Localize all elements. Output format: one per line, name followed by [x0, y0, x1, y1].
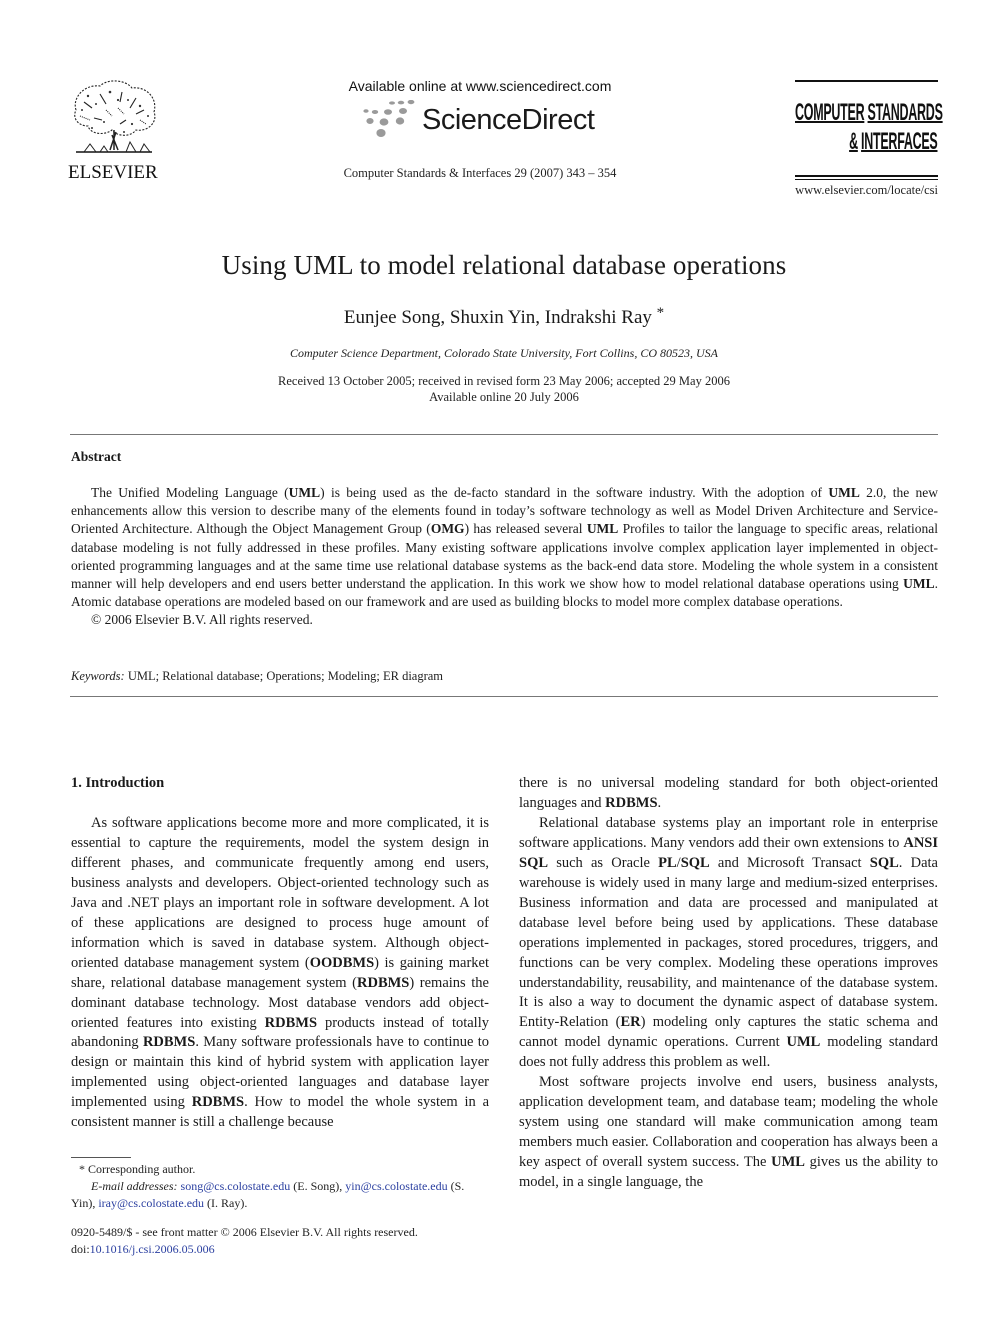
text-run: such as Oracle	[548, 854, 659, 871]
abstract-heading: Abstract	[71, 449, 122, 464]
publication-dates: Received 13 October 2005; received in re…	[0, 373, 992, 405]
journal-logo-text: COMPUTER STANDARDS & INTERFACES	[795, 98, 943, 156]
authors: Eunjee Song, Shuxin Yin, Indrakshi Ray *	[0, 305, 992, 329]
bold-term: UML	[786, 1034, 821, 1051]
abstract-bottom-rule	[70, 696, 938, 697]
text-run: there is no universal modeling standard …	[519, 775, 938, 811]
affiliation: Computer Science Department, Colorado St…	[290, 346, 718, 360]
paper-title: Using UML to model relational database o…	[221, 250, 787, 280]
bold-term: OODBMS	[309, 954, 375, 971]
bold-term: RDBMS	[191, 1094, 245, 1111]
bold-term: RDBMS	[142, 1034, 196, 1051]
logo-bottom-rule-1	[795, 175, 938, 177]
email-owner: (I. Ray).	[207, 1196, 248, 1210]
email-owner: (E. Song),	[293, 1179, 343, 1193]
sciencedirect-wordmark: ScienceDirect	[422, 104, 595, 136]
logo-word-computer: COMPUTER	[795, 99, 865, 126]
logo-bottom-rule-2	[795, 179, 938, 180]
available-online-date: Available online 20 July 2006	[429, 390, 579, 404]
doi-label: doi:	[71, 1242, 90, 1256]
keywords-label: Keywords:	[71, 669, 125, 683]
journal-reference: Computer Standards & Interfaces 29 (2007…	[343, 166, 617, 180]
elsevier-wordmark: ELSEVIER	[68, 162, 158, 183]
text-run: As software applications become more and…	[71, 815, 489, 971]
bold-term: SQL	[680, 854, 710, 871]
sciencedirect-dots-icon	[363, 100, 415, 137]
bold-term: SQL	[869, 854, 899, 871]
email-label: E-mail addresses:	[91, 1179, 178, 1193]
bold-term: UML	[288, 485, 321, 500]
journal-logo: COMPUTER STANDARDS & INTERFACES	[795, 80, 943, 180]
text-run: ) is being used as the de-facto standard…	[320, 485, 829, 500]
logo-word-interfaces: INTERFACES	[861, 128, 938, 155]
abstract-body: The Unified Modeling Language (UML) is b…	[71, 484, 938, 630]
author-names: Eunjee Song, Shuxin Yin, Indrakshi Ray	[343, 307, 652, 328]
body-paragraph: Most software projects involve end users…	[519, 1073, 938, 1193]
body-paragraph: there is no universal modeling standard …	[519, 774, 938, 814]
abstract-copyright: © 2006 Elsevier B.V. All rights reserved…	[91, 612, 313, 628]
body-paragraph: Relational database systems play an impo…	[519, 814, 938, 1073]
bold-term: UML	[828, 485, 860, 500]
bold-term: RDBMS	[605, 794, 658, 811]
section-heading-introduction: 1. Introduction	[71, 775, 165, 791]
doi-link[interactable]: 10.1016/j.csi.2006.05.006	[90, 1242, 215, 1256]
journal-url-link[interactable]: www.elsevier.com/locate/csi	[760, 183, 938, 198]
text-run: and Microsoft Transact	[709, 854, 870, 871]
footnote-rule	[71, 1157, 131, 1158]
received-dates: Received 13 October 2005; received in re…	[278, 374, 730, 388]
text-run: Relational database systems play an impo…	[519, 814, 938, 851]
left-column: As software applications become more and…	[71, 814, 489, 1133]
bold-term: OMG	[430, 521, 465, 537]
body-paragraph: As software applications become more and…	[71, 814, 489, 1133]
text-run: .	[657, 794, 662, 811]
logo-word-ampersand: &	[849, 128, 858, 155]
logo-word-standards: STANDARDS	[867, 99, 943, 126]
front-matter: 0920-5489/$ - see front matter © 2006 El…	[71, 1224, 489, 1258]
available-online-text: Available online at www.sciencedirect.co…	[348, 78, 612, 94]
text-run: ) has released several	[464, 521, 587, 537]
abstract-text: The Unified Modeling Language (UML) is b…	[71, 484, 938, 611]
keywords-value: UML; Relational database; Operations; Mo…	[127, 669, 444, 683]
text-run: . Data warehouse is widely used in many …	[519, 854, 938, 1031]
bold-term: RDBMS	[264, 1014, 318, 1031]
email-link-song[interactable]: song@cs.colostate.edu	[181, 1179, 291, 1193]
bold-term: UML	[771, 1154, 805, 1171]
email-addresses: E-mail addresses: song@cs.colostate.edu …	[71, 1178, 489, 1212]
bold-term: ER	[620, 1014, 641, 1031]
logo-top-rule	[795, 80, 938, 82]
bold-term: UML	[586, 521, 619, 537]
corresponding-author-note: * Corresponding author.	[79, 1162, 196, 1176]
bold-term: UML	[903, 576, 935, 592]
abstract-top-rule	[70, 434, 938, 435]
email-link-ray[interactable]: iray@cs.colostate.edu	[98, 1196, 204, 1210]
text-run: The Unified Modeling Language (	[91, 485, 289, 500]
elsevier-logo: ELSEVIER	[68, 80, 164, 183]
elsevier-tree-icon	[74, 80, 156, 153]
issn-line: 0920-5489/$ - see front matter © 2006 El…	[71, 1225, 418, 1239]
email-link-yin[interactable]: yin@cs.colostate.edu	[345, 1179, 447, 1193]
footnotes: * Corresponding author. E-mail addresses…	[71, 1161, 489, 1212]
bold-term: PL	[658, 854, 677, 871]
bold-term: RDBMS	[357, 974, 410, 991]
sciencedirect-logo[interactable]: ScienceDirect	[358, 98, 608, 142]
doi-line: doi:10.1016/j.csi.2006.05.006	[71, 1241, 489, 1258]
right-column: there is no universal modeling standard …	[519, 774, 938, 1193]
keywords: Keywords: UML; Relational database; Oper…	[71, 669, 443, 684]
corresponding-author-marker[interactable]: *	[657, 305, 665, 321]
